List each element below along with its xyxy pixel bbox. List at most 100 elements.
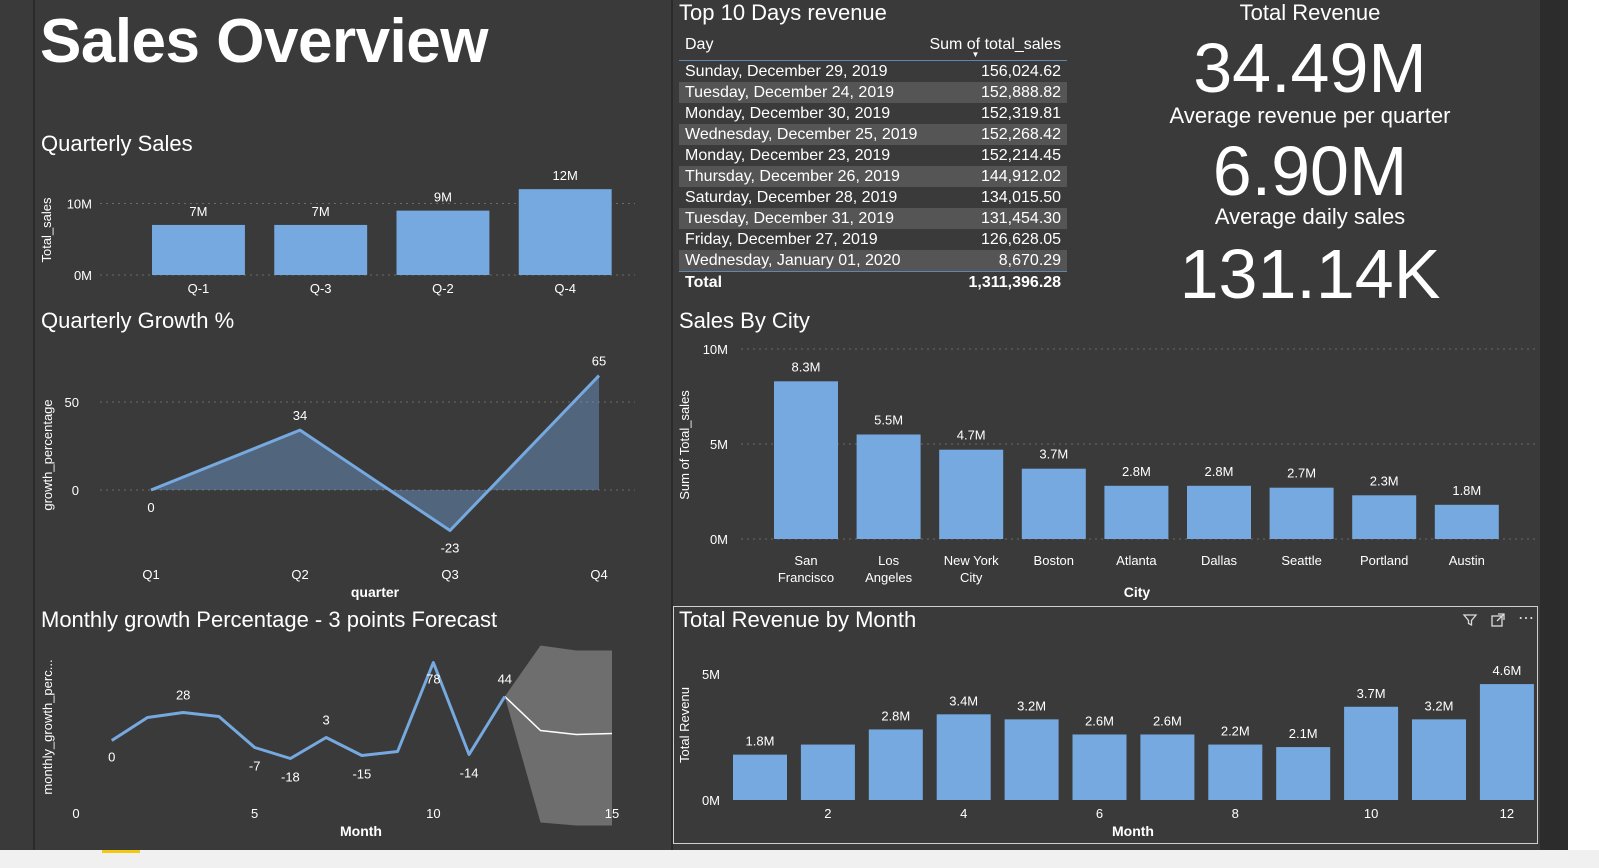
x-tick-label: Q2 xyxy=(291,567,308,582)
sales-by-city-chart[interactable]: 0M 5M 10M 8.3M San Francisco 5.5M Los Angeles 4.7… xyxy=(673,335,1543,605)
bar xyxy=(1072,734,1127,800)
data-label: 9M xyxy=(434,190,452,205)
x-tick-label: 2 xyxy=(824,806,831,821)
bar xyxy=(800,744,855,800)
column-header-sum[interactable]: Sum of total_sales ▼ xyxy=(923,30,1067,61)
sales-cell: 144,912.02 xyxy=(923,166,1068,187)
table-row[interactable]: Saturday, December 28, 2019 134,015.50 xyxy=(679,187,1067,208)
table-row[interactable]: Wednesday, December 25, 2019 152,268.42 xyxy=(679,124,1068,145)
data-label: 2.6M xyxy=(1153,713,1182,728)
bar xyxy=(274,224,368,275)
sales-cell: 156,024.62 xyxy=(980,62,1062,80)
x-tick-label: Q-3 xyxy=(310,281,332,296)
x-tick-label: Q-1 xyxy=(188,281,210,296)
data-label: 3.4M xyxy=(949,693,978,708)
focus-mode-icon[interactable] xyxy=(1490,612,1506,631)
table-row[interactable]: Wednesday, January 01, 2020 8,670.29 xyxy=(679,250,1068,272)
bar xyxy=(1412,719,1466,800)
day-cell: Tuesday, December 31, 2019 xyxy=(679,208,924,229)
quarterly-sales-chart[interactable]: 0M 10M 7M Q-1 7M Q-3 9M Q-2 12M Q-4 Total_sales xyxy=(35,160,675,320)
data-label: 4.7M xyxy=(957,428,986,443)
top10-table[interactable]: Day Sum of total_sales ▼ Sunday, Decembe… xyxy=(679,30,1068,294)
x-tick-label: Dallas xyxy=(1201,553,1238,568)
table-row[interactable]: Sunday, December 29, 2019 156,024.62 xyxy=(679,61,1067,83)
x-tick-label: Seattle xyxy=(1281,553,1321,568)
data-label: 2.8M xyxy=(1122,464,1151,479)
data-label: 28 xyxy=(176,688,190,703)
total-label: Total xyxy=(685,274,723,291)
x-tick-label: Los xyxy=(878,553,899,568)
data-label: 7M xyxy=(189,204,207,219)
avg-quarter-label: Average revenue per quarter xyxy=(1169,103,1451,128)
bar xyxy=(1434,504,1499,539)
day-cell: Monday, December 30, 2019 xyxy=(685,104,891,122)
table-row[interactable]: Tuesday, December 31, 2019 131,454.30 xyxy=(679,208,1068,229)
total-value: 1,311,396.28 xyxy=(968,274,1062,291)
x-tick-label: Q1 xyxy=(142,567,159,582)
y-axis-title: monthly_growth_perc... xyxy=(40,659,55,794)
bar xyxy=(1276,747,1331,800)
data-label: 1.8M xyxy=(1452,483,1481,498)
day-cell: Sunday, December 29, 2019 xyxy=(685,62,888,80)
bar xyxy=(152,224,245,275)
filter-icon[interactable] xyxy=(1462,612,1478,631)
data-label: -15 xyxy=(352,767,371,782)
data-label: 2.7M xyxy=(1287,466,1316,481)
y-tick-label: 0M xyxy=(702,793,720,808)
bar xyxy=(1352,495,1417,539)
x-axis-title: quarter xyxy=(351,584,400,600)
monthly-growth-title: Monthly growth Percentage - 3 points For… xyxy=(41,607,498,632)
y-tick-label: 5M xyxy=(702,667,720,682)
x-tick-label: 0 xyxy=(72,806,79,821)
data-label: 2.3M xyxy=(1370,473,1399,488)
day-cell: Saturday, December 28, 2019 xyxy=(685,188,898,206)
day-cell: Tuesday, December 24, 2019 xyxy=(679,82,924,103)
quarterly-sales-title: Quarterly Sales xyxy=(41,131,193,156)
table-row[interactable]: Monday, December 30, 2019 152,319.81 xyxy=(679,103,1067,124)
total-revenue-value: 34.49M xyxy=(1193,29,1427,107)
x-tick-label: 4 xyxy=(960,806,967,821)
bar xyxy=(939,449,1004,539)
table-row[interactable]: Friday, December 27, 2019 126,628.05 xyxy=(679,229,1067,250)
data-label: 5.5M xyxy=(874,413,903,428)
x-tick-label: Q-4 xyxy=(554,281,576,296)
active-page-tab-indicator[interactable] xyxy=(102,850,140,853)
data-label: 8.3M xyxy=(792,359,821,374)
sales-cell: 131,454.30 xyxy=(923,208,1068,229)
sales-cell: 8,670.29 xyxy=(923,250,1068,272)
day-cell: Thursday, December 26, 2019 xyxy=(679,166,924,187)
x-tick-label: Angeles xyxy=(865,570,912,585)
bar xyxy=(774,381,838,539)
more-options-icon[interactable]: ⋯ xyxy=(1518,608,1534,628)
day-cell: Wednesday, December 25, 2019 xyxy=(679,124,924,145)
quarterly-growth-chart[interactable]: 0 50 0 Q1 34 Q2 -23 Q3 65 Q4 quarter growth_percent… xyxy=(35,335,675,605)
x-tick-label: Q4 xyxy=(590,567,607,582)
avg-daily-label: Average daily sales xyxy=(1214,204,1406,229)
report-canvas: Sales Overview Quarterly Sales 0M 10M 7M Q-… xyxy=(0,0,1568,850)
bar xyxy=(1344,706,1399,800)
revenue-by-month-title: Total Revenue by Month xyxy=(679,607,917,632)
data-label: 2.6M xyxy=(1085,713,1114,728)
bar xyxy=(1004,719,1059,800)
monthly-growth-chart[interactable]: 0 28 -7 -18 3 -15 78 -14 44 0 5 10 15 Month monthly_gr… xyxy=(35,635,675,850)
data-label: 12M xyxy=(553,168,578,183)
top10-title: Top 10 Days revenue xyxy=(679,0,887,25)
sales-cell: 152,319.81 xyxy=(980,104,1062,122)
table-row[interactable]: Tuesday, December 24, 2019 152,888.82 xyxy=(679,82,1068,103)
x-tick-label: Portland xyxy=(1360,553,1408,568)
revenue-by-month-chart[interactable]: 0M 5M 1.8M 2 2.8M 3.4M 4 3.2M 2.6M 6 2.6M 2.2M 8 2.1M… xyxy=(673,635,1543,850)
data-label: -18 xyxy=(281,770,300,785)
table-row[interactable]: Thursday, December 26, 2019 144,912.02 xyxy=(679,166,1068,187)
data-label: 1.8M xyxy=(746,734,775,749)
sales-cell: 126,628.05 xyxy=(980,230,1062,248)
data-label: 3.7M xyxy=(1039,447,1068,462)
total-revenue-label: Total Revenue xyxy=(1239,0,1381,25)
table-row[interactable]: Monday, December 23, 2019 152,214.45 xyxy=(679,145,1067,166)
x-tick-label: Boston xyxy=(1034,553,1074,568)
bar xyxy=(856,434,921,539)
data-label: 65 xyxy=(592,354,606,369)
data-label: 3.2M xyxy=(1425,698,1454,713)
column-header-day[interactable]: Day xyxy=(679,30,923,61)
data-label: -7 xyxy=(249,759,261,774)
bar xyxy=(1479,684,1534,800)
